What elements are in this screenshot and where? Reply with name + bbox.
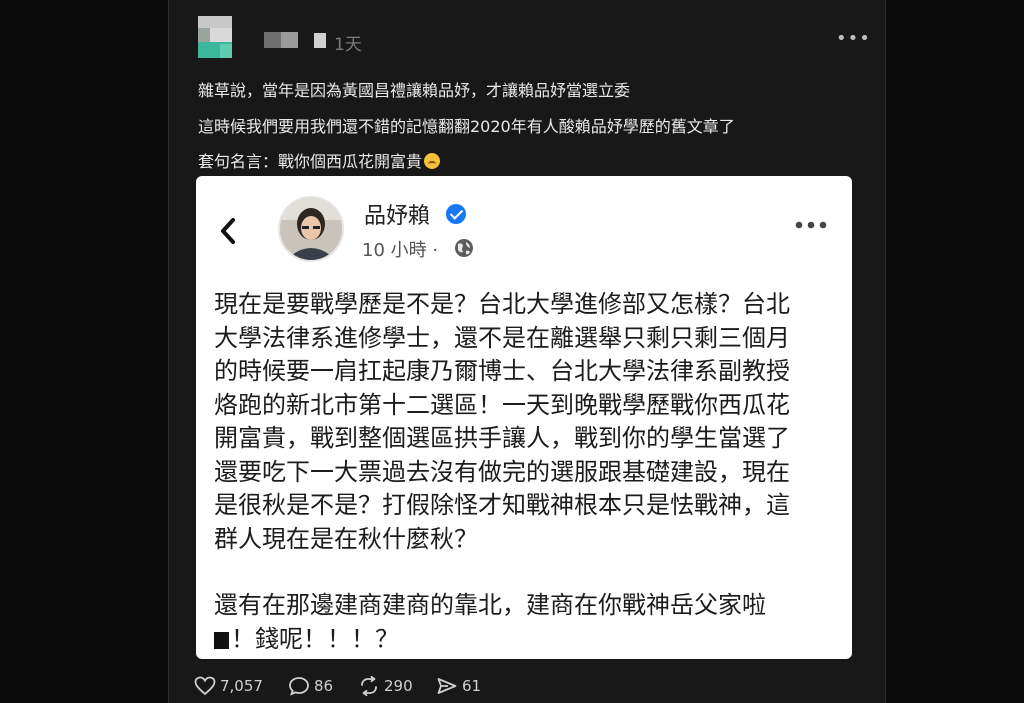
embed-body-line: 開富貴，戰到整個選區拱手讓人，戰到你的學生當選了: [214, 424, 790, 452]
post-timestamp[interactable]: 1天: [334, 30, 362, 55]
send-icon: [437, 678, 457, 694]
heart-icon: [194, 676, 216, 696]
repost-icon: [361, 676, 377, 696]
comment-count: 86: [314, 677, 334, 695]
embed-body-line: 大學法律系進修學士，還不是在離選舉只剩只剩三個月: [214, 323, 790, 352]
like-count: 7,057: [220, 677, 263, 695]
author-avatar[interactable]: [198, 16, 232, 58]
embed-author-avatar: [278, 196, 344, 262]
embed-body-line: 是很秋是不是？打假除怪才知戰神根本只是怯戰神，這: [214, 491, 790, 519]
embed-post-time: 10 小時 ·: [362, 240, 439, 261]
post-text-line: 雜草說，當年是因為黃國昌禮讓賴品妤，才讓賴品妤當選立委: [198, 81, 631, 100]
comment-button[interactable]: 86: [288, 676, 333, 696]
post-text-line: 這時候我們要用我們還不錯的記憶翻翻2020年有人酸賴品妤學歷的舊文章了: [198, 117, 735, 136]
embed-body-line: 現在是要戰學歷是不是？台北大學進修部又怎樣？台北: [214, 290, 790, 318]
embed-post-body: 現在是要戰學歷是不是？台北大學進修部又怎樣？台北 大學法律系進修學士，還不是在離…: [214, 288, 834, 656]
embed-author-name: 品妤賴: [364, 204, 431, 229]
embedded-screenshot[interactable]: 品妤賴 10 小時 · 現在是要戰學歷是不是？台北大學進修部又怎樣？台北 大學法…: [196, 176, 852, 659]
embed-body-line: 的時候要一肩扛起康乃爾博士、台北大學法律系副教授: [214, 357, 790, 385]
comment-bubble-icon: [289, 677, 309, 696]
embed-body-line: 還要吃下一大票過去沒有做完的選服跟基礎建設，現在: [214, 457, 790, 486]
repost-button[interactable]: 290: [358, 676, 413, 696]
embed-body-line: 群人現在是在秋什麼秋？: [214, 524, 478, 553]
embed-body-line: 烙跑的新北市第十二選區！一天到晚戰學歷戰你西瓜花: [214, 390, 790, 419]
avatar-pixel-block: [210, 28, 232, 42]
share-count: 61: [462, 677, 482, 695]
back-arrow-icon[interactable]: [220, 216, 236, 246]
verified-badge-icon: [446, 204, 466, 224]
badge-blurred: [314, 33, 326, 48]
repost-count: 290: [384, 677, 413, 695]
more-options-button[interactable]: •••: [836, 28, 871, 49]
embed-body-line: ！錢呢！！！？: [214, 623, 834, 657]
globe-icon: [455, 239, 473, 257]
post-text-line-content: 套句名言：戰你個西瓜花開富貴: [198, 152, 423, 171]
embed-body-line: 還有在那邊建商建商的靠北，建商在你戰神岳父家啦: [214, 591, 766, 619]
profile-photo-icon: [280, 198, 342, 260]
share-button[interactable]: 61: [436, 676, 481, 696]
redaction-block: [214, 631, 229, 649]
post-text-line: 套句名言：戰你個西瓜花開富貴: [198, 148, 441, 172]
embed-body-line-content: ！錢呢！！！？: [231, 624, 399, 653]
upside-down-face-emoji-icon: [424, 153, 441, 169]
avatar-pixel-block: [220, 44, 232, 58]
embed-more-options-icon[interactable]: [794, 220, 828, 230]
username-blurred[interactable]: [264, 32, 298, 48]
like-button[interactable]: 7,057: [194, 676, 263, 696]
